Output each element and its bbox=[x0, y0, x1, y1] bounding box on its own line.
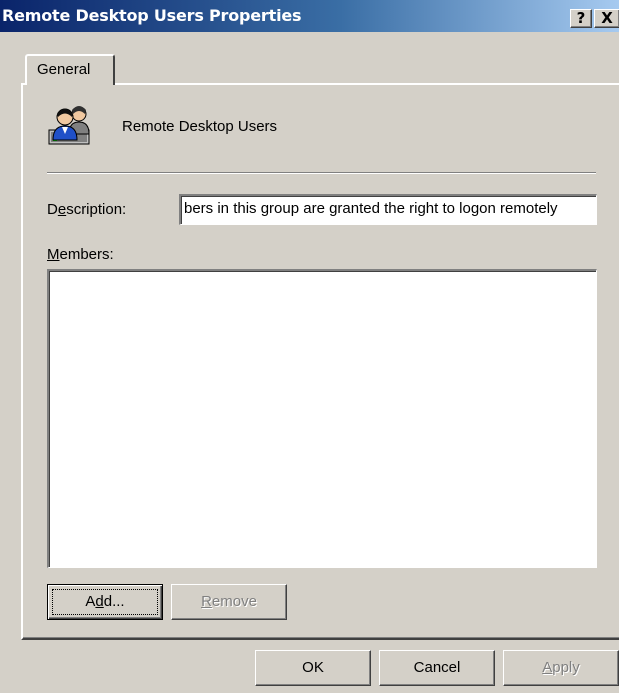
title-bar[interactable]: Remote Desktop Users Properties ? X bbox=[0, 0, 619, 32]
add-button-label: Add... bbox=[85, 593, 125, 610]
members-list[interactable] bbox=[47, 269, 597, 568]
help-button[interactable]: ? bbox=[570, 9, 592, 28]
remove-button[interactable]: Remove bbox=[171, 584, 287, 620]
ok-button-label: OK bbox=[302, 659, 324, 676]
members-label: Members: bbox=[47, 246, 114, 263]
separator bbox=[47, 172, 596, 174]
ok-button[interactable]: OK bbox=[255, 650, 371, 686]
cancel-button[interactable]: Cancel bbox=[379, 650, 495, 686]
remove-button-label: Remove bbox=[201, 593, 257, 610]
close-button[interactable]: X bbox=[594, 9, 619, 28]
add-button[interactable]: Add... bbox=[47, 584, 163, 620]
description-label: Description: bbox=[47, 201, 127, 218]
tab-general[interactable]: General bbox=[25, 54, 115, 85]
group-name: Remote Desktop Users bbox=[122, 118, 278, 135]
tab-general-label: General bbox=[37, 61, 91, 78]
window-title: Remote Desktop Users Properties bbox=[2, 6, 302, 25]
cancel-button-label: Cancel bbox=[413, 659, 461, 676]
apply-button[interactable]: Apply bbox=[503, 650, 619, 686]
user-group-icon bbox=[47, 100, 95, 152]
apply-button-label: Apply bbox=[542, 659, 580, 676]
description-field[interactable]: bers in this group are granted the right… bbox=[179, 194, 597, 225]
